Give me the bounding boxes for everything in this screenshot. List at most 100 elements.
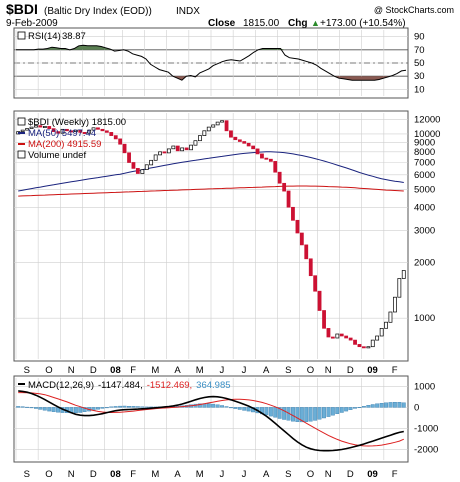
rsi-tick-label: 50 [414,58,425,69]
macd-histogram-bar [339,407,344,413]
macd-histogram-bar [375,403,380,408]
price-candle [20,129,25,132]
price-candle [166,148,171,154]
price-tick-label: 3000 [414,225,435,236]
macd-histogram-bar [268,407,273,417]
price-month-label: A [263,365,270,376]
price-candle [202,130,207,136]
chg-value: +173.00 (+10.54%) [320,18,406,29]
price-candle [193,140,198,146]
price-candle [104,130,109,133]
price-tick-label: 6000 [414,170,435,181]
price-candle [198,135,202,142]
price-tick-label: 12000 [414,114,440,125]
macd-histogram-bar [104,407,109,409]
macd-histogram-bar [206,403,211,408]
macd-histogram-bar [211,403,216,408]
macd-histogram-bar [361,406,366,408]
macd-histogram-bar [25,406,29,408]
volume-legend-label: Volume undef [28,150,86,161]
rsi-legend-swatch [17,31,26,40]
price-month-label: D [347,365,354,376]
price-candle [233,136,238,141]
macd-histogram-bar [109,406,114,408]
price-candle [135,168,140,174]
macd-histogram-bar [335,407,340,414]
rsi-tick-label: 90 [414,32,425,43]
macd-histogram-bar [135,406,140,408]
price-candle [397,278,402,298]
price-candle [260,153,264,159]
rsi-tick-label: 30 [414,71,425,82]
price-tick-label: 8000 [414,147,435,158]
price-candle [313,275,318,292]
chart-exchange: INDX [176,6,200,17]
price-candle [268,158,273,162]
macd-histogram-bar [113,406,118,408]
price-tick-label: 1000 [414,313,435,324]
price-month-label: F [130,365,136,376]
macd-legend: MACD(12,26,9) -1147.484, -1512.469, 364.985 [28,380,231,391]
close-value: 1815.00 [243,18,280,29]
price-candle [224,120,229,132]
macd-tick-label: 0 [414,402,419,413]
macd-legend-signal-value: -1512.469, [147,380,192,391]
macd-histogram-bar [370,404,375,408]
ma50-legend-label: MA(50) 5497.44 [28,128,96,139]
macd-histogram-bar [379,403,384,408]
price-candle [366,346,371,349]
macd-month-label: O [307,469,314,480]
macd-legend-macd-value: -1147.484, [98,380,143,391]
rsi-legend-value: 38.87 [62,31,86,42]
price-candle [118,138,123,145]
close-label: Close [208,18,236,29]
macd-histogram-bar [291,407,295,422]
price-candle [335,333,340,339]
chg-label: Chg [288,18,307,29]
macd-histogram-bar [304,407,309,422]
price-candle [357,344,362,348]
macd-histogram-bar [29,407,34,409]
macd-histogram-bar [73,407,78,413]
chart-date: 9-Feb-2009 [6,18,58,29]
macd-histogram-bar [228,407,233,409]
macd-month-label: A [263,469,270,480]
macd-histogram-bar [34,407,38,409]
price-legend: $BDI (Weekly) 1815.00 MA(50) 5497.44 MA(… [17,117,126,161]
price-candle [255,148,260,155]
price-candle [291,206,295,221]
price-candle [401,270,406,279]
copyright-label: @ StockCharts.com [374,5,454,15]
price-candle [286,190,291,208]
macd-legend-hist-value: 364.985 [196,380,230,391]
price-candle [149,159,154,166]
price-candle [175,145,180,152]
price-month-label: S [24,365,30,376]
macd-histogram-bar [126,406,131,408]
macd-histogram-bar [348,407,353,410]
macd-histogram-bar [144,406,149,408]
macd-histogram-bar [344,407,349,412]
price-month-label: O [307,365,314,376]
price-candle [308,258,313,277]
macd-histogram-bar [100,407,105,409]
macd-tick-label: 1000 [414,381,435,392]
chg-arrow-icon: ▲ [311,18,320,28]
macd-histogram-bar [388,402,393,408]
price-candle [384,321,388,329]
macd-histogram-bar [131,406,136,408]
price-month-label: 09 [367,365,378,376]
price-candle [344,335,349,339]
price-candle [322,310,326,329]
macd-tick-label: -2000 [414,444,438,455]
macd-month-label: 08 [110,469,121,480]
price-candle [348,337,353,341]
macd-histogram-bar [237,407,242,410]
macd-histogram-bar [246,407,251,412]
macd-histogram-bar [95,407,100,410]
price-candle [184,147,189,151]
macd-histogram-bar [308,407,313,422]
price-tick-label: 7000 [414,158,435,169]
price-candle [237,139,242,142]
ma200-legend-label: MA(200) 4915.59 [28,139,101,150]
